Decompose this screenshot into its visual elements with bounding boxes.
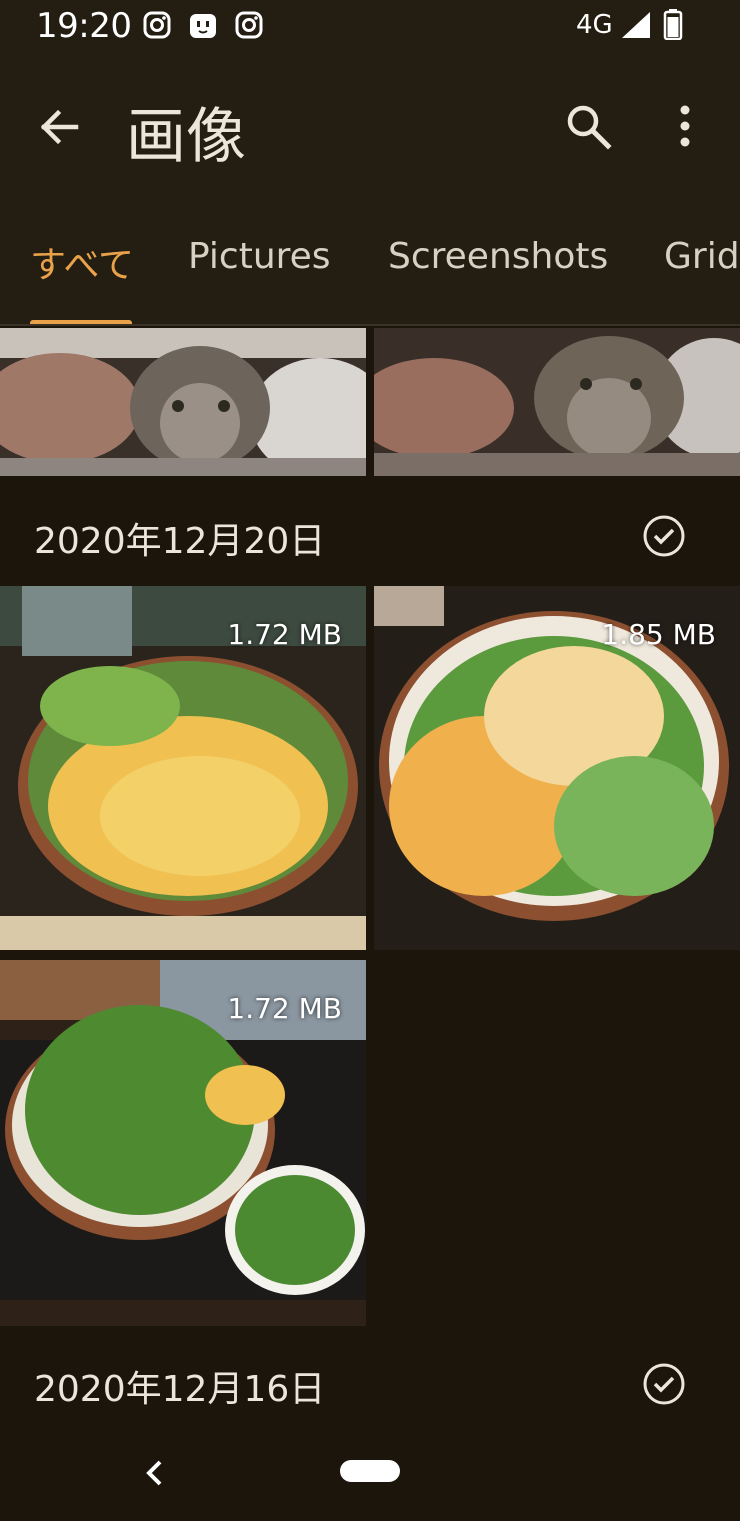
photo-thumbnail[interactable]: 1.85 MB [374,586,740,950]
app-bar: 画像 [0,56,740,196]
date-header: 2020年12月20日 [34,521,326,562]
status-bar: 19:20 4G [0,0,740,56]
photo-thumbnail[interactable] [374,328,740,476]
tab-indicator [30,320,132,324]
photo-thumbnail[interactable] [0,328,366,476]
file-size-label: 1.72 MB [227,992,342,1025]
system-nav-bar [0,1428,740,1521]
battery-icon [663,9,683,40]
photo-thumbnail[interactable]: 1.72 MB [0,586,366,950]
signal-icon [622,12,650,38]
instagram-icon [143,11,171,39]
more-vert-icon[interactable] [664,100,706,152]
photo-thumbnail[interactable]: 1.72 MB [0,960,366,1326]
tab-grid[interactable]: Grid [664,236,740,277]
select-all-check-icon[interactable] [640,1360,688,1408]
cat-photo-image [0,328,366,476]
cat-photo-image [374,328,740,476]
nav-back-icon[interactable] [140,1456,168,1490]
tab-screenshots[interactable]: Screenshots [388,236,608,277]
instagram-icon [235,11,263,39]
tab-all[interactable]: すべて [30,236,134,288]
file-size-label: 1.72 MB [227,618,342,651]
arrow-back-icon[interactable] [34,102,84,152]
search-icon[interactable] [562,100,614,152]
app-face-icon [190,14,216,38]
network-type: 4G [576,10,613,40]
tab-pictures[interactable]: Pictures [188,236,331,277]
select-all-check-icon[interactable] [640,512,688,560]
page-title: 画像 [126,102,246,172]
home-pill-icon[interactable] [340,1460,400,1482]
status-time: 19:20 [36,6,132,46]
tab-bar: すべて Pictures Screenshots Grid [0,196,740,326]
date-header: 2020年12月16日 [34,1369,326,1410]
file-size-label: 1.85 MB [601,618,716,651]
